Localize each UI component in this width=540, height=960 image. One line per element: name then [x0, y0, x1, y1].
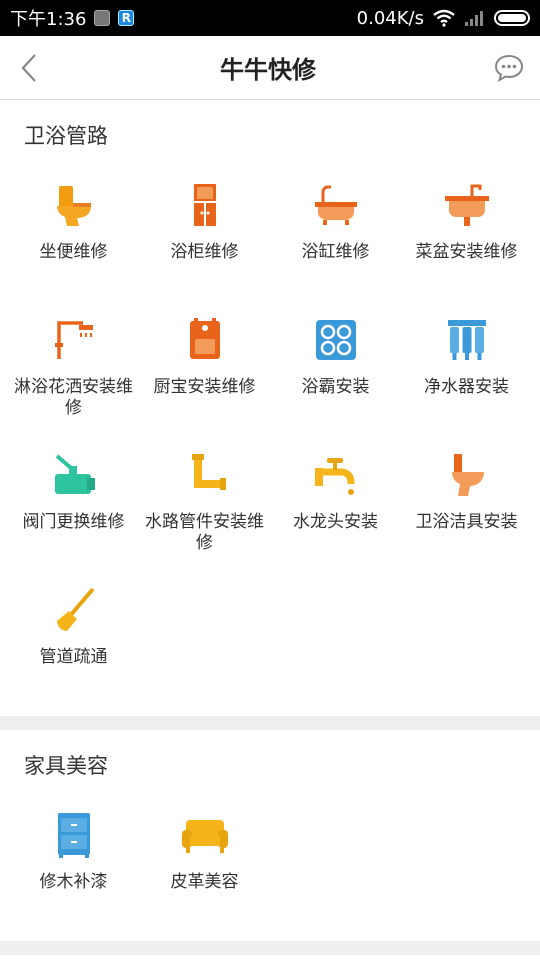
shower-icon	[47, 313, 101, 367]
status-bar: 下午1:36 R 0.04K/s	[0, 0, 540, 36]
chevron-left-icon	[21, 53, 36, 82]
service-label: 修木补漆	[39, 872, 108, 892]
wood-cabinet-icon	[47, 808, 101, 862]
status-right: 0.04K/s	[357, 8, 530, 29]
section-title: 家具美容	[24, 754, 108, 778]
signal-icon	[465, 11, 483, 26]
page-title: 牛牛快修	[220, 56, 316, 84]
title-bar: 牛牛快修	[0, 36, 540, 100]
bathtub-icon	[309, 178, 363, 232]
service-item-shower-install[interactable]: 淋浴花洒安装维修	[8, 299, 139, 434]
service-label: 浴霸安装	[301, 377, 370, 397]
water-heater-icon	[178, 313, 232, 367]
service-label: 阀门更换维修	[22, 512, 125, 532]
sofa-icon	[178, 808, 232, 862]
sanitary-ware-icon	[440, 448, 494, 502]
service-grid: 坐便维修 浴柜维修 浴缸维修 菜盆安装维修 淋浴花洒安装维修 厨宝安装维修 浴霸…	[0, 164, 540, 704]
service-item-faucet-install[interactable]: 水龙头安装	[270, 434, 401, 569]
service-item-wood-repair[interactable]: 修木补漆	[8, 794, 139, 929]
network-speed: 0.04K/s	[356, 7, 424, 29]
notification-icon	[94, 10, 111, 26]
battery-icon	[494, 10, 530, 26]
service-label: 净水器安装	[424, 377, 509, 397]
section-divider	[0, 941, 540, 955]
service-item-water-heater-install[interactable]: 厨宝安装维修	[139, 299, 270, 434]
service-item-toilet-repair[interactable]: 坐便维修	[8, 164, 139, 299]
service-label: 水路管件安装维修	[145, 512, 264, 553]
service-item-sanitary-install[interactable]: 卫浴洁具安装	[401, 434, 532, 569]
service-label: 卫浴洁具安装	[415, 512, 518, 532]
service-item-valve-replace[interactable]: 阀门更换维修	[8, 434, 139, 569]
message-button[interactable]	[492, 51, 526, 85]
plunger-icon	[47, 583, 101, 637]
section-bathroom-plumbing: 卫浴管路 坐便维修 浴柜维修 浴缸维修 菜盆安装维修 淋浴花洒安装维修 厨宝安装…	[0, 100, 540, 710]
service-item-water-purifier-install[interactable]: 净水器安装	[401, 299, 532, 434]
section-title: 卫浴管路	[24, 124, 108, 148]
service-label: 菜盆安装维修	[415, 242, 518, 262]
bath-heater-icon	[309, 313, 363, 367]
cabinet-icon	[178, 178, 232, 232]
service-item-drain-unclog[interactable]: 管道疏通	[8, 569, 139, 704]
service-item-bath-heater-install[interactable]: 浴霸安装	[270, 299, 401, 434]
service-label: 浴缸维修	[301, 242, 370, 262]
wifi-icon	[433, 9, 455, 27]
service-item-pipe-install[interactable]: 水路管件安装维修	[139, 434, 270, 569]
service-item-cabinet-repair[interactable]: 浴柜维修	[139, 164, 270, 299]
service-item-sink-install[interactable]: 菜盆安装维修	[401, 164, 532, 299]
service-label: 厨宝安装维修	[153, 377, 256, 397]
chat-bubble-icon	[494, 54, 524, 82]
service-label: 皮革美容	[170, 872, 239, 892]
sink-icon	[440, 178, 494, 232]
status-left: 下午1:36 R	[10, 5, 135, 31]
back-button[interactable]	[14, 48, 44, 88]
status-time: 下午1:36	[10, 9, 87, 30]
service-label: 淋浴花洒安装维修	[14, 377, 133, 418]
service-item-bathtub-repair[interactable]: 浴缸维修	[270, 164, 401, 299]
section-furniture-beauty: 家具美容 修木补漆 皮革美容	[0, 730, 540, 935]
service-item-leather-care[interactable]: 皮革美容	[139, 794, 270, 929]
service-grid: 修木补漆 皮革美容	[0, 794, 540, 929]
valve-icon	[47, 448, 101, 502]
service-label: 管道疏通	[39, 647, 108, 667]
section-divider	[0, 716, 540, 730]
service-label: 坐便维修	[39, 242, 108, 262]
pipe-icon	[178, 448, 232, 502]
faucet-icon	[309, 448, 363, 502]
water-purifier-icon	[440, 313, 494, 367]
service-label: 水龙头安装	[293, 512, 378, 532]
toilet-icon	[47, 178, 101, 232]
service-label: 浴柜维修	[170, 242, 239, 262]
app-notification-icon: R	[118, 10, 135, 26]
